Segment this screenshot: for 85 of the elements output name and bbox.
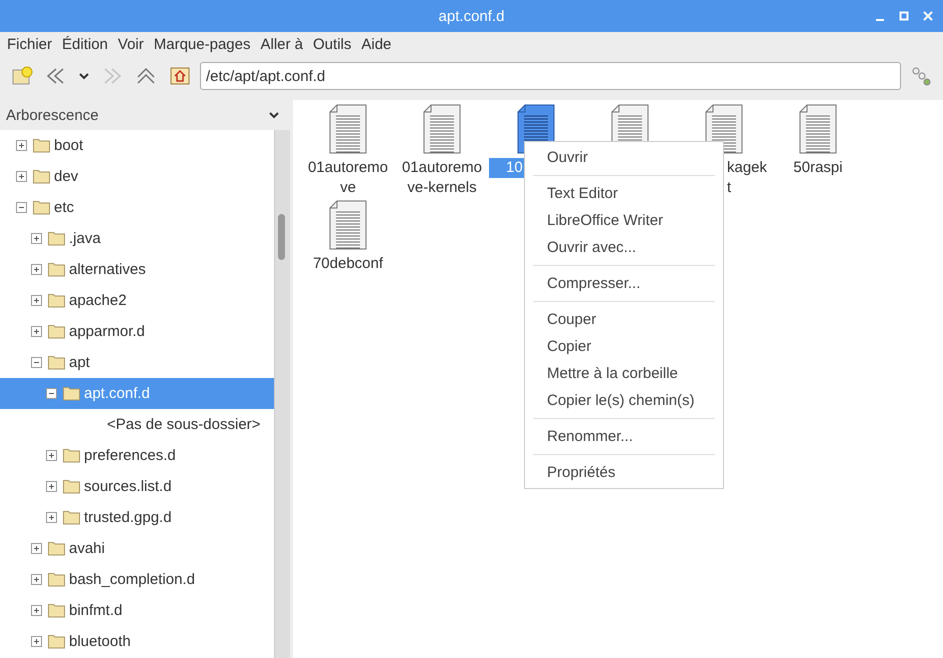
folder-icon xyxy=(48,572,65,587)
collapse-icon[interactable] xyxy=(31,357,42,368)
tree-item[interactable]: alternatives xyxy=(0,254,274,285)
expand-icon[interactable] xyxy=(31,264,42,275)
tree-item[interactable]: avahi xyxy=(0,533,274,564)
menu-item[interactable]: LibreOffice Writer xyxy=(525,207,723,234)
folder-icon xyxy=(48,293,65,308)
document-icon[interactable] xyxy=(799,104,837,154)
tree-item[interactable]: binfmt.d xyxy=(0,595,274,626)
expand-icon[interactable] xyxy=(31,543,42,554)
placeholder-text: <Pas de sous-dossier> xyxy=(107,416,260,433)
tree-item[interactable]: dev xyxy=(0,161,274,192)
tree-item[interactable]: apt xyxy=(0,347,274,378)
menu-item[interactable]: Propriétés xyxy=(525,459,723,486)
tree-item[interactable]: trusted.gpg.d xyxy=(0,502,274,533)
window-title: apt.conf.d xyxy=(438,8,504,24)
folder-icon xyxy=(33,138,50,153)
folder-icon xyxy=(48,231,65,246)
folder-icon xyxy=(63,386,80,401)
folder-icon xyxy=(48,541,65,556)
file-name: 01autoremo ve-kernels xyxy=(402,158,482,198)
maximize-icon[interactable] xyxy=(897,9,911,23)
scrollbar[interactable] xyxy=(274,130,290,658)
menu-item[interactable]: Voir xyxy=(112,36,149,52)
tree-item[interactable]: etc xyxy=(0,192,274,223)
menu-item[interactable]: Couper xyxy=(525,306,723,333)
collapse-icon[interactable] xyxy=(16,202,27,213)
menu-item[interactable]: Édition xyxy=(57,36,113,52)
tree-item[interactable]: .java xyxy=(0,223,274,254)
tree-item[interactable]: bash_completion.d xyxy=(0,564,274,595)
menu-item[interactable]: Copier xyxy=(525,333,723,360)
folder-icon xyxy=(48,634,65,649)
caret-icon xyxy=(268,111,280,119)
menu-item[interactable]: Marque-pages xyxy=(148,36,256,52)
folder-icon xyxy=(48,262,65,277)
tree-item[interactable]: preferences.d xyxy=(0,440,274,471)
expand-icon[interactable] xyxy=(46,450,57,461)
expand-icon[interactable] xyxy=(46,481,57,492)
file-name: kagek t xyxy=(726,158,768,198)
expand-icon[interactable] xyxy=(16,140,27,151)
collapse-icon[interactable] xyxy=(46,388,57,399)
menu-item[interactable]: Aide xyxy=(356,36,396,52)
folder-icon xyxy=(33,200,50,215)
expand-icon[interactable] xyxy=(31,574,42,585)
menu-item[interactable]: Text Editor xyxy=(525,180,723,207)
expand-icon[interactable] xyxy=(31,605,42,616)
expand-icon[interactable] xyxy=(31,636,42,647)
folder-icon xyxy=(63,479,80,494)
tree-item[interactable]: apache2 xyxy=(0,285,274,316)
folder-icon xyxy=(48,603,65,618)
side-pane-selector[interactable]: Arborescence xyxy=(0,100,290,130)
home-icon xyxy=(170,67,190,85)
expand-icon[interactable] xyxy=(16,171,27,182)
folder-icon xyxy=(33,169,50,184)
tree-item[interactable]: bluetooth xyxy=(0,626,274,657)
tree-item[interactable]: apparmor.d xyxy=(0,316,274,347)
menu-item[interactable]: Compresser... xyxy=(525,270,723,297)
document-icon[interactable] xyxy=(329,104,367,154)
folder-icon xyxy=(48,355,65,370)
circles-icon xyxy=(910,65,932,87)
caret-icon xyxy=(78,72,90,80)
close-icon[interactable] xyxy=(921,9,935,23)
menu-item[interactable]: Copier le(s) chemin(s) xyxy=(525,387,723,414)
folder-icon xyxy=(48,324,65,339)
file-name: 70debconf xyxy=(312,254,384,274)
menu-item[interactable]: Outils xyxy=(308,36,356,52)
folder-icon xyxy=(63,448,80,463)
menu-item[interactable]: Mettre à la corbeille xyxy=(525,360,723,387)
tree-item[interactable]: sources.list.d xyxy=(0,471,274,502)
menu-item[interactable]: Aller à xyxy=(255,36,308,52)
document-icon[interactable] xyxy=(329,200,367,250)
expand-icon[interactable] xyxy=(31,233,42,244)
expand-icon[interactable] xyxy=(46,512,57,523)
menu-item[interactable]: Ouvrir avec... xyxy=(525,234,723,261)
expand-icon[interactable] xyxy=(31,326,42,337)
file-name: 01autoremo ve xyxy=(308,158,388,198)
document-icon[interactable] xyxy=(423,104,461,154)
menu-item[interactable]: Fichier xyxy=(2,36,58,52)
folder-icon xyxy=(63,510,80,525)
path-field[interactable]: /etc/apt/apt.conf.d xyxy=(200,62,901,90)
menu-item[interactable]: Renommer... xyxy=(525,423,723,450)
tree-item[interactable]: boot xyxy=(0,130,274,161)
expand-icon[interactable] xyxy=(31,295,42,306)
up-icon xyxy=(135,66,157,86)
file-name: 50raspi xyxy=(793,158,843,178)
